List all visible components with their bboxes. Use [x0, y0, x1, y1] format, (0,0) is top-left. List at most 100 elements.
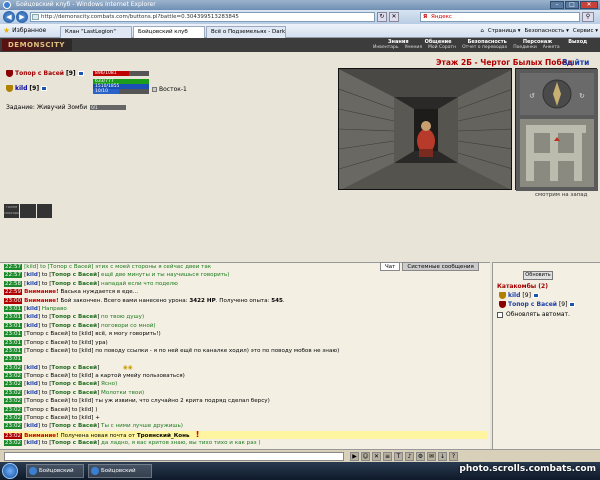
chat-sender[interactable]: kild: [26, 281, 38, 287]
scroll-icon[interactable]: ↓: [438, 452, 447, 461]
translit-icon[interactable]: T: [394, 452, 403, 461]
chat-timestamp[interactable]: 23:01: [4, 305, 23, 312]
enemy-slot[interactable]: [20, 204, 36, 218]
address-input[interactable]: http://demonscity.combats.com/buttons.pl…: [30, 12, 375, 22]
info-icon[interactable]: [532, 293, 539, 298]
tab-fight-club[interactable]: Бойцовский клуб: [133, 26, 205, 38]
chat-recipient[interactable]: Топор с Васей: [51, 272, 97, 278]
submenu-inventory[interactable]: Инвентарь: [370, 45, 402, 51]
submenu-allies[interactable]: Мой Соратн: [425, 45, 459, 51]
chat-recipient[interactable]: Топор с Васей: [51, 281, 97, 287]
character-topor[interactable]: Топор с Васей [9]: [6, 70, 84, 77]
checkbox-box[interactable]: [497, 311, 503, 318]
taskbar-item[interactable]: Бойцовский клуб...: [88, 464, 152, 478]
chat-timestamp[interactable]: 23:01: [4, 339, 23, 346]
chat-sender[interactable]: kild: [26, 440, 38, 446]
chat-timestamp[interactable]: 22:58: [4, 280, 23, 287]
chat-timestamp[interactable]: 22:59: [4, 289, 23, 296]
chat-timestamp[interactable]: 23:01: [4, 356, 23, 363]
info-icon[interactable]: [41, 86, 48, 91]
chat-timestamp[interactable]: 23:02: [4, 398, 23, 405]
chat-input[interactable]: [4, 452, 344, 461]
dungeon-view[interactable]: [338, 68, 512, 190]
private-icon[interactable]: ✉: [427, 452, 436, 461]
smile-icon[interactable]: ☺: [361, 452, 370, 461]
chat-timestamp[interactable]: 23:02: [4, 381, 23, 388]
minimize-button[interactable]: –: [550, 1, 564, 9]
forward-button[interactable]: ▶: [16, 11, 28, 23]
chat-timestamp[interactable]: 23:01: [4, 314, 23, 321]
chat-recipient[interactable]: Топор с Васей: [51, 314, 97, 320]
tab-chat[interactable]: Чат: [380, 262, 401, 271]
sound-icon[interactable]: ♪: [405, 452, 414, 461]
send-icon[interactable]: ▶: [350, 452, 359, 461]
tab-clan[interactable]: Клан "LastLegion": [60, 26, 132, 38]
auto-refresh-checkbox[interactable]: Обновлять автомат.: [497, 311, 570, 318]
help-icon[interactable]: ?: [449, 452, 458, 461]
player-row[interactable]: kild [9]: [499, 291, 599, 300]
chat-timestamp[interactable]: 23:01: [4, 322, 23, 329]
taskbar-item[interactable]: Бойцовский клуб...: [26, 464, 84, 478]
settings-icon[interactable]: ⚙: [416, 452, 425, 461]
chat-recipient[interactable]: Топор с Васей: [51, 440, 97, 446]
submenu-fights[interactable]: Поединки: [510, 45, 540, 51]
tab-system[interactable]: Системные сообщения: [402, 262, 479, 271]
refresh-button[interactable]: Обновить: [523, 271, 553, 280]
menu-page[interactable]: Страница ▾: [488, 26, 521, 36]
chat-timestamp[interactable]: 23:00: [4, 297, 23, 304]
chat-timestamp[interactable]: 22:57: [4, 272, 23, 279]
player-row[interactable]: Топор с Васей [9]: [499, 300, 599, 309]
refresh-icon[interactable]: ↻: [377, 12, 387, 22]
menu-security[interactable]: Безопасность ▾: [525, 26, 569, 36]
minimap[interactable]: ↺ ↻: [515, 68, 598, 191]
chat-timestamp[interactable]: 23:02: [4, 440, 23, 447]
clear-icon[interactable]: ✕: [372, 452, 381, 461]
start-button[interactable]: [2, 463, 18, 479]
chat-timestamp[interactable]: 22:57: [4, 264, 23, 270]
chat-timestamp[interactable]: 23:02: [4, 364, 23, 371]
chat-timestamp[interactable]: 23:02: [4, 373, 23, 380]
menu-exit[interactable]: Выход: [560, 39, 595, 45]
favorites-button[interactable]: ★ Избранное: [3, 26, 46, 35]
chat-timestamp[interactable]: 23:02: [4, 432, 23, 439]
chat-timestamp[interactable]: 23:01: [4, 347, 23, 354]
search-input[interactable]: Я Яндекс: [420, 12, 580, 22]
submenu-profile[interactable]: Анкета: [540, 45, 563, 51]
maximize-button[interactable]: □: [565, 1, 579, 9]
info-icon[interactable]: [77, 71, 84, 76]
search-icon[interactable]: ⚲: [582, 12, 594, 22]
home-icon[interactable]: ⌂: [480, 26, 484, 36]
chat-sender[interactable]: kild: [26, 390, 38, 396]
chat-timestamp[interactable]: 23:02: [4, 415, 23, 422]
chat-timestamp[interactable]: 23:02: [4, 423, 23, 430]
back-button[interactable]: ◀: [3, 11, 15, 23]
chat-sender[interactable]: kild: [26, 423, 38, 429]
chat-recipient[interactable]: Топор с Васей: [51, 381, 97, 387]
chat-recipient[interactable]: Топор с Васей: [51, 323, 97, 329]
character-kild[interactable]: kild [9]: [6, 85, 48, 92]
chat-recipient[interactable]: Топор с Васей: [51, 423, 97, 429]
chat-sender[interactable]: kild: [26, 272, 38, 278]
chat-timestamp[interactable]: 23:02: [4, 389, 23, 396]
menu-tools[interactable]: Сервис ▾: [573, 26, 598, 36]
chat-timestamp[interactable]: 23:02: [4, 406, 23, 413]
exit-link[interactable]: Выйти: [562, 58, 589, 67]
info-icon[interactable]: [569, 302, 576, 307]
filter-icon[interactable]: ≡: [383, 452, 392, 461]
chat-recipient[interactable]: Топор с Васей: [51, 365, 97, 371]
chat-sender[interactable]: kild: [26, 381, 38, 387]
tab-dungeons[interactable]: Всё о Подземельях - Dark...: [206, 26, 286, 38]
chat-timestamp[interactable]: 23:01: [4, 331, 23, 338]
location[interactable]: Восток-1: [152, 86, 187, 93]
chat-recipient[interactable]: Топор с Васей: [51, 390, 97, 396]
chat-sender[interactable]: kild: [26, 314, 38, 320]
enemy-slot[interactable]: [36, 204, 52, 218]
close-button[interactable]: ✕: [580, 1, 598, 9]
submenu-transfers[interactable]: Отчет о переводах: [459, 45, 510, 51]
enemy-slot[interactable]: голем ноосорь: [4, 204, 20, 218]
player-name: Топор с Васей: [508, 301, 557, 308]
stop-icon[interactable]: ✕: [389, 12, 399, 22]
chat-sender[interactable]: kild: [26, 323, 38, 329]
submenu-skills[interactable]: Умения: [402, 45, 425, 51]
chat-sender[interactable]: kild: [26, 365, 38, 371]
